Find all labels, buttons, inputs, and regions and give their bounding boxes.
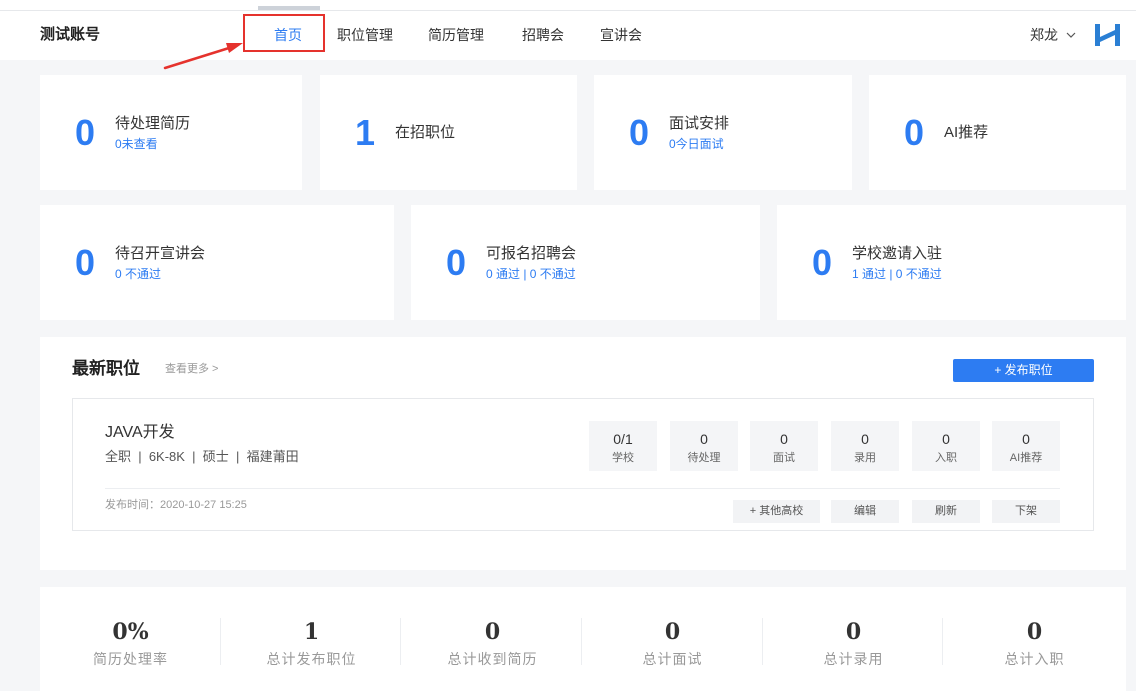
summary-item-total-positions: 1 总计发布职位 [221,587,402,691]
stat-value: 0 [812,241,833,283]
job-publish-time: 发布时间：2020-10-27 15:25 [105,499,247,511]
summary-divider [400,618,401,665]
job-stat-label: 入职 [935,452,957,464]
nav-presentation[interactable]: 宣讲会 [600,26,642,44]
summary-label: 总计面试 [642,651,703,667]
job-stat-pending[interactable]: 0 待处理 [670,421,738,471]
stat-card-upcoming-presentations[interactable]: 0 待召开宣讲会 0 不通过 [40,205,394,320]
stat-text: 学校邀请入驻 1 通过 | 0 不通过 [852,244,942,282]
summary-value: 0 [484,619,501,645]
job-stat-onboarded[interactable]: 0 入职 [912,421,980,471]
summary-value: 1 [303,619,320,645]
job-stat-schools[interactable]: 0/1 学校 [589,421,657,471]
summary-value: 0 [845,619,862,645]
stat-label: AI推荐 [944,123,989,141]
stat-label: 待召开宣讲会 [115,244,206,262]
stat-sub-link[interactable]: 0未查看 [115,136,190,152]
edit-button[interactable]: 编辑 [831,500,899,523]
stat-sub-link[interactable]: 0 通过 | 0 不通过 [486,266,576,282]
summary-item-total-onboarded: 0 总计入职 [944,587,1125,691]
job-divider [105,488,1060,489]
stat-card-open-positions[interactable]: 1 在招职位 [320,75,577,190]
job-stat-label: AI推荐 [1009,452,1043,464]
job-stat-value: 0 [861,431,869,447]
summary-label: 总计录用 [823,651,884,667]
nav-resume-management[interactable]: 简历管理 [428,26,484,44]
job-stat-interview[interactable]: 0 面试 [750,421,818,471]
job-card: JAVA开发 全职 | 6K-8K | 硕士 | 福建莆田 0/1 学校 0 待… [72,398,1094,531]
stat-card-ai-recommend[interactable]: 0 AI推荐 [869,75,1126,190]
stat-value: 0 [629,111,650,153]
stat-value: 0 [75,241,96,283]
job-stat-value: 0 [700,431,708,447]
stat-card-job-fairs[interactable]: 0 可报名招聘会 0 通过 | 0 不通过 [411,205,760,320]
stat-value: 0 [446,241,467,283]
header-top-border [0,10,1136,11]
stat-card-school-invites[interactable]: 0 学校邀请入驻 1 通过 | 0 不通过 [777,205,1126,320]
stat-text: 待召开宣讲会 0 不通过 [115,244,205,282]
job-title[interactable]: JAVA开发 [105,422,175,444]
summary-section: 0% 简历处理率 1 总计发布职位 0 总计收到简历 0 总计面试 0 总计录用… [40,587,1126,691]
job-stat-value: 0/1 [613,431,633,447]
stat-label: 学校邀请入驻 [852,244,943,262]
nav-job-management[interactable]: 职位管理 [337,26,393,44]
stat-text: AI推荐 [944,123,988,143]
job-stat-label: 录用 [854,452,876,464]
summary-label: 总计入职 [1004,651,1065,667]
stat-label: 面试安排 [669,114,730,132]
stat-value: 0 [75,111,96,153]
job-stat-ai-recommend[interactable]: 0 AI推荐 [992,421,1060,471]
account-name: 测试账号 [40,26,101,43]
stat-text: 可报名招聘会 0 通过 | 0 不通过 [486,244,576,282]
user-name: 郑龙 [1030,27,1058,43]
summary-value: 0 [1026,619,1043,645]
nav-home[interactable]: 首页 [274,26,302,44]
job-stat-value: 0 [1022,431,1030,447]
stat-text: 在招职位 [395,123,455,143]
publish-job-button[interactable]: + 发布职位 [953,359,1094,382]
job-stat-label: 面试 [773,452,795,464]
summary-value: 0 [664,619,681,645]
summary-label: 简历处理率 [93,651,168,667]
brand-logo-icon [1095,24,1120,46]
summary-item-total-interviews: 0 总计面试 [582,587,763,691]
summary-value: 0% [112,619,149,645]
stat-sub-link[interactable]: 0 不通过 [115,266,205,282]
other-schools-button[interactable]: + 其他高校 [733,500,820,523]
summary-item-total-hired: 0 总计录用 [763,587,944,691]
stat-value: 0 [904,111,925,153]
job-stat-label: 学校 [612,452,634,464]
job-meta: 全职 | 6K-8K | 硕士 | 福建莆田 [105,449,299,464]
latest-jobs-section: 最新职位 查看更多 > + 发布职位 JAVA开发 全职 | 6K-8K | 硕… [40,337,1126,570]
stat-label: 可报名招聘会 [486,244,577,262]
nav-job-fair[interactable]: 招聘会 [522,26,564,44]
job-stat-label: 待处理 [687,452,721,464]
summary-item-processing-rate: 0% 简历处理率 [40,587,221,691]
summary-label: 总计发布职位 [266,651,357,667]
job-stat-hired[interactable]: 0 录用 [831,421,899,471]
top-header: 测试账号 首页 职位管理 简历管理 招聘会 宣讲会 郑龙 [0,0,1136,60]
job-stat-value: 0 [942,431,950,447]
view-more-link[interactable]: 查看更多 > [165,362,218,376]
refresh-button[interactable]: 刷新 [912,500,980,523]
stat-label: 待处理简历 [115,114,191,132]
section-title: 最新职位 [72,359,140,378]
take-down-button[interactable]: 下架 [992,500,1060,523]
stat-card-pending-resumes[interactable]: 0 待处理简历 0未查看 [40,75,302,190]
job-stat-value: 0 [780,431,788,447]
stat-sub-link[interactable]: 1 通过 | 0 不通过 [852,266,942,282]
page: 测试账号 首页 职位管理 简历管理 招聘会 宣讲会 郑龙 0 待处理简历 0未查… [0,0,1136,691]
stat-card-interviews[interactable]: 0 面试安排 0今日面试 [594,75,852,190]
user-menu[interactable]: 郑龙 [1030,25,1076,45]
summary-divider [942,618,943,665]
stat-text: 待处理简历 0未查看 [115,114,190,152]
chevron-down-icon [1066,32,1076,38]
stat-text: 面试安排 0今日面试 [669,114,729,152]
summary-label: 总计收到简历 [447,651,538,667]
summary-item-total-resumes: 0 总计收到简历 [402,587,583,691]
active-tab-indicator [258,6,320,10]
stat-sub-link[interactable]: 0今日面试 [669,136,729,152]
stat-label: 在招职位 [395,123,456,141]
stat-value: 1 [355,111,376,153]
